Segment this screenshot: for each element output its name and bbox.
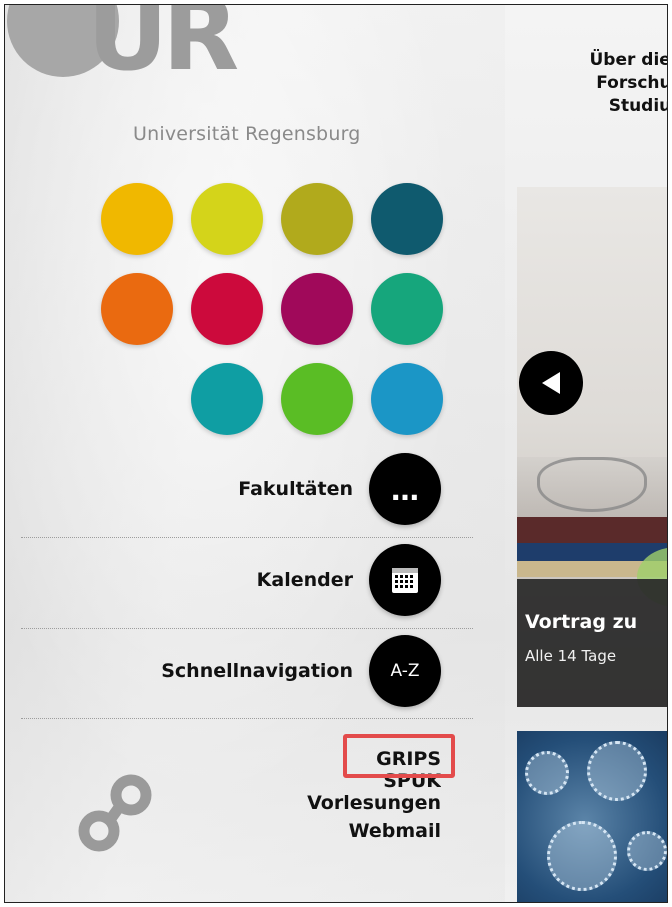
virus-image bbox=[547, 821, 617, 891]
faculty-dot[interactable] bbox=[191, 183, 263, 255]
faculty-dot[interactable] bbox=[101, 273, 173, 345]
nav-item-ueber[interactable]: Über die U bbox=[525, 49, 667, 72]
fakultaeten-link[interactable]: Fakultäten … bbox=[238, 453, 441, 525]
schnellnavigation-label[interactable]: Schnellnavigation bbox=[161, 660, 353, 682]
quicklink-vorlesungen[interactable]: Vorlesungen bbox=[307, 789, 441, 817]
news-card-title[interactable]: Vortrag zu bbox=[525, 611, 637, 633]
ellipsis-icon[interactable]: … bbox=[369, 453, 441, 525]
faculty-dot[interactable] bbox=[371, 273, 443, 345]
faculty-dot[interactable] bbox=[191, 273, 263, 345]
faculty-dot[interactable] bbox=[371, 363, 443, 435]
logo-subtitle[interactable]: Universität Regensburg bbox=[133, 123, 361, 145]
faculty-dot[interactable] bbox=[281, 273, 353, 345]
book-image bbox=[517, 517, 667, 543]
nav-item-forschung[interactable]: Forschun bbox=[525, 72, 667, 95]
divider bbox=[21, 628, 473, 629]
schnellnavigation-link[interactable]: Schnellnavigation A-Z bbox=[161, 635, 441, 707]
news-card[interactable]: Vortrag zu Alle 14 Tage bbox=[517, 187, 667, 707]
logo-letters[interactable]: UR bbox=[87, 5, 239, 85]
faculty-dot[interactable] bbox=[281, 363, 353, 435]
news-card-virus[interactable] bbox=[517, 731, 667, 902]
grips-highlight-box bbox=[343, 734, 455, 778]
a-z-glyph: A-Z bbox=[390, 661, 420, 681]
quicklink-webmail[interactable]: Webmail bbox=[307, 817, 441, 845]
top-navigation: Über die U Forschun Studiu bbox=[525, 49, 667, 118]
virus-image bbox=[627, 831, 667, 871]
faculty-dot[interactable] bbox=[101, 183, 173, 255]
news-card-subtitle: Alle 14 Tage bbox=[525, 647, 617, 665]
ellipsis-glyph: … bbox=[391, 474, 419, 507]
virus-image bbox=[525, 751, 569, 795]
nav-item-studium[interactable]: Studiu bbox=[525, 95, 667, 118]
calendar-glyph bbox=[392, 568, 418, 593]
divider bbox=[21, 537, 473, 538]
divider bbox=[21, 718, 473, 719]
faculty-dot[interactable] bbox=[371, 183, 443, 255]
faculty-dot[interactable] bbox=[191, 363, 263, 435]
page-frame: UR Universität Regensburg Über die U For… bbox=[4, 4, 668, 903]
chain-link-icon bbox=[78, 774, 152, 852]
card-caption bbox=[517, 579, 667, 707]
virus-image bbox=[587, 741, 647, 801]
previous-slide-button[interactable] bbox=[519, 351, 583, 415]
glasses-image bbox=[537, 457, 647, 512]
faculty-dot[interactable] bbox=[281, 183, 353, 255]
kalender-link[interactable]: Kalender bbox=[257, 544, 441, 616]
fakultaeten-label[interactable]: Fakultäten bbox=[238, 478, 353, 500]
arrow-left-icon bbox=[542, 372, 560, 394]
kalender-label[interactable]: Kalender bbox=[257, 569, 353, 591]
a-z-icon[interactable]: A-Z bbox=[369, 635, 441, 707]
calendar-icon[interactable] bbox=[369, 544, 441, 616]
